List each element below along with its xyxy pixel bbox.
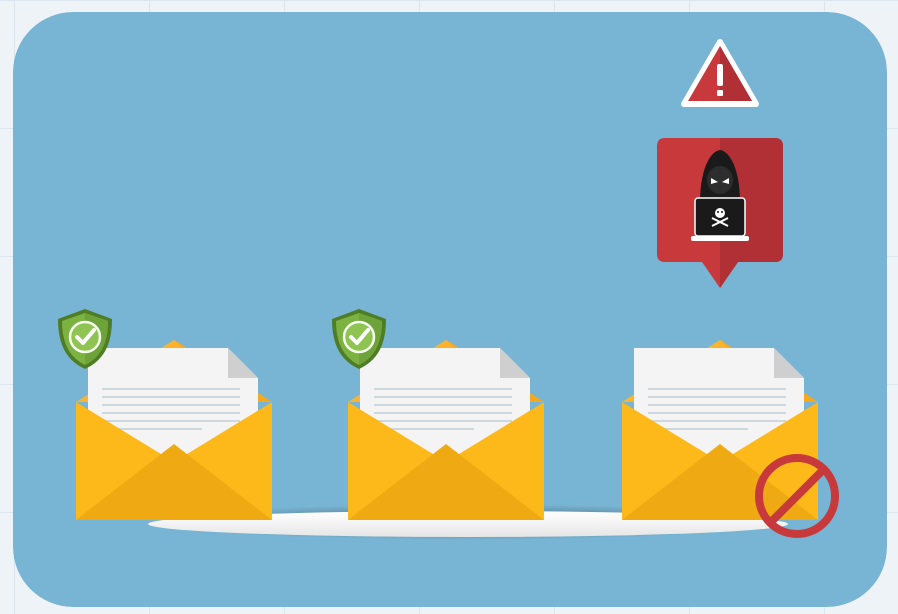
illustration-panel	[13, 12, 887, 607]
safe-email-envelope-1	[76, 340, 272, 520]
email-security-illustration	[13, 12, 887, 607]
safe-email-envelope-2	[348, 340, 544, 520]
blocked-email-envelope	[622, 340, 818, 520]
